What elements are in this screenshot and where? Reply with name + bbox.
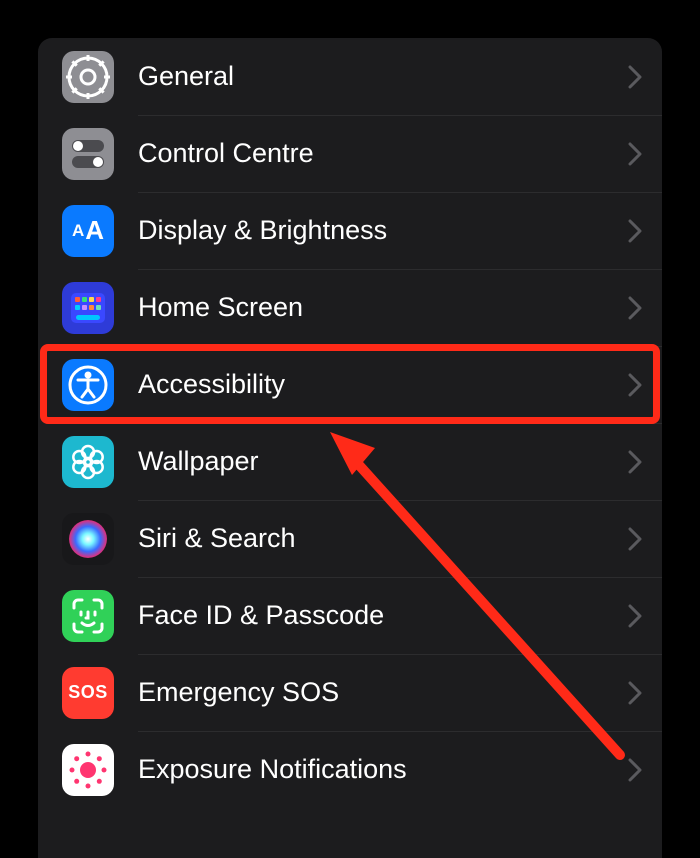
chevron-right-icon [628,527,642,551]
settings-row-label: Face ID & Passcode [138,600,628,631]
control-centre-icon [62,128,114,180]
chevron-right-icon [628,142,642,166]
face-id-icon [62,590,114,642]
settings-row-label: Siri & Search [138,523,628,554]
chevron-right-icon [628,296,642,320]
settings-row-control-centre[interactable]: Control Centre [38,115,662,192]
settings-row-label: Exposure Notifications [138,754,628,785]
chevron-right-icon [628,65,642,89]
chevron-right-icon [628,219,642,243]
accessibility-icon [62,359,114,411]
settings-row-wallpaper[interactable]: Wallpaper [38,423,662,500]
settings-row-siri-search[interactable]: Siri & Search [38,500,662,577]
wallpaper-icon [62,436,114,488]
settings-row-emergency-sos[interactable]: SOS Emergency SOS [38,654,662,731]
settings-row-accessibility[interactable]: Accessibility [38,346,662,423]
settings-row-general[interactable]: General [38,38,662,115]
home-screen-icon [62,282,114,334]
chevron-right-icon [628,758,642,782]
settings-row-label: Emergency SOS [138,677,628,708]
chevron-right-icon [628,604,642,628]
settings-row-label: Display & Brightness [138,215,628,246]
gear-icon [62,51,114,103]
settings-row-display-brightness[interactable]: AA Display & Brightness [38,192,662,269]
settings-row-label: Wallpaper [138,446,628,477]
settings-row-face-id-passcode[interactable]: Face ID & Passcode [38,577,662,654]
chevron-right-icon [628,373,642,397]
settings-row-label: Control Centre [138,138,628,169]
siri-icon [62,513,114,565]
emergency-sos-icon: SOS [62,667,114,719]
settings-list: General Control Centre AA Display & Brig… [38,38,662,858]
exposure-notifications-icon [62,744,114,796]
settings-row-label: General [138,61,628,92]
display-brightness-icon: AA [62,205,114,257]
settings-row-home-screen[interactable]: Home Screen [38,269,662,346]
chevron-right-icon [628,681,642,705]
settings-row-label: Accessibility [138,369,628,400]
settings-row-exposure-notifications[interactable]: Exposure Notifications [38,731,662,808]
chevron-right-icon [628,450,642,474]
settings-row-label: Home Screen [138,292,628,323]
